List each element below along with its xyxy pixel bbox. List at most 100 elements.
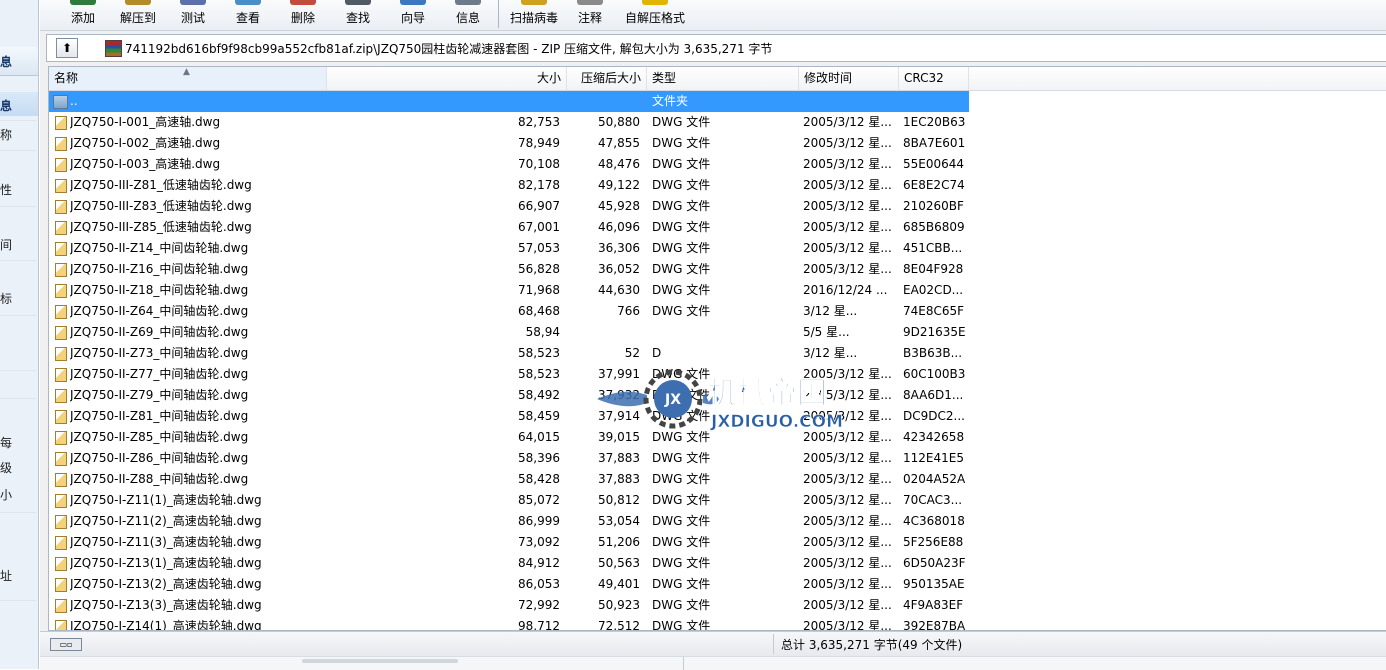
file-row[interactable]: JZQ750-I-001_高速轴.dwg 82,753 50,880 DWG 文件 20…: [49, 112, 969, 133]
file-name: JZQ750-I-Z11(2)_高速齿轮轴.dwg: [70, 514, 262, 528]
column-header-crc32[interactable]: CRC32: [899, 67, 969, 90]
file-row[interactable]: JZQ750-II-Z69_中间轴齿轮.dwg 58,94 5/5 星... 9D21…: [49, 322, 969, 343]
dwg-file-icon: [55, 452, 67, 466]
dwg-file-icon: [55, 347, 67, 361]
file-packed-size: 47,855: [598, 136, 640, 150]
drive-icon[interactable]: ▭▫: [50, 638, 82, 651]
file-crc32: B3B63B...: [903, 346, 963, 360]
file-row[interactable]: JZQ750-II-Z73_中间轴齿轮.dwg 58,523 52 D 3/12 星..…: [49, 343, 969, 364]
file-type: DWG 文件: [652, 304, 711, 318]
test-icon: [180, 0, 206, 5]
column-header-modified[interactable]: 修改时间: [799, 67, 899, 90]
file-type: DWG 文件: [652, 472, 711, 486]
file-modified: 2005/3/12 星...: [803, 367, 892, 381]
file-modified: 2005/3/12 星...: [803, 493, 892, 507]
file-row[interactable]: JZQ750-I-Z11(2)_高速齿轮轴.dwg 86,999 53,054 DWG…: [49, 511, 969, 532]
add-button[interactable]: 添加: [58, 0, 108, 30]
file-row[interactable]: JZQ750-II-Z86_中间轴齿轮.dwg 58,396 37,883 DWG 文…: [49, 448, 969, 469]
file-size: 73,092: [518, 535, 560, 549]
extract-to-button[interactable]: 解压到: [112, 0, 164, 30]
column-header-type[interactable]: 类型: [647, 67, 799, 90]
address-path[interactable]: 741192bd616bf9f98cb99a552cfb81af.zip\JZQ…: [125, 40, 772, 57]
view-icon: [235, 0, 261, 5]
parent-folder-row[interactable]: .. 文件夹: [49, 91, 969, 112]
info-button[interactable]: 信息: [443, 0, 493, 30]
dwg-file-icon: [55, 410, 67, 424]
file-size: 58,459: [518, 409, 560, 423]
file-name: JZQ750-I-002_高速轴.dwg: [70, 136, 221, 150]
file-packed-size: 46,096: [598, 220, 640, 234]
file-packed-size: 37,932: [598, 388, 640, 402]
dwg-file-icon: [55, 242, 67, 256]
file-packed-size: 37,991: [598, 367, 640, 381]
file-size: 58,492: [518, 388, 560, 402]
test-button[interactable]: 测试: [168, 0, 218, 30]
file-row[interactable]: JZQ750-II-Z64_中间轴齿轮.dwg 68,468 766 DWG 文件 3/…: [49, 301, 969, 322]
scan-virus-button[interactable]: 扫描病毒: [504, 0, 564, 30]
file-row[interactable]: JZQ750-II-Z14_中间齿轮轴.dwg 57,053 36,306 DWG 文…: [49, 238, 969, 259]
file-name: JZQ750-I-Z13(1)_高速齿轮轴.dwg: [70, 556, 262, 570]
file-row[interactable]: JZQ750-III-Z85_低速轴齿轮.dwg 67,001 46,096 DWG …: [49, 217, 969, 238]
column-header-size[interactable]: 大小: [327, 67, 567, 90]
bottom-scrollbar[interactable]: [302, 659, 458, 663]
file-type: DWG 文件: [652, 388, 711, 402]
file-row[interactable]: JZQ750-III-Z81_低速轴齿轮.dwg 82,178 49,122 DWG …: [49, 175, 969, 196]
file-size: 67,001: [518, 220, 560, 234]
file-crc32: 8AA6D1...: [903, 388, 964, 402]
dwg-file-icon: [55, 599, 67, 613]
file-type: DWG 文件: [652, 178, 711, 192]
file-row[interactable]: JZQ750-I-Z13(1)_高速齿轮轴.dwg 84,912 50,563 DWG…: [49, 553, 969, 574]
file-row[interactable]: JZQ750-I-Z13(3)_高速齿轮轴.dwg 72,992 50,923 DWG…: [49, 595, 969, 616]
file-size: 86,053: [518, 577, 560, 591]
file-name: JZQ750-II-Z18_中间齿轮轴.dwg: [70, 283, 249, 297]
file-type: DWG 文件: [652, 220, 711, 234]
file-name: JZQ750-I-003_高速轴.dwg: [70, 157, 221, 171]
comment-icon: [577, 0, 603, 5]
column-header-name[interactable]: 名称 ▲: [49, 67, 327, 90]
comment-button[interactable]: 注释: [567, 0, 613, 30]
dwg-file-icon: [55, 263, 67, 277]
file-crc32: DC9DC2...: [903, 409, 965, 423]
dwg-file-icon: [55, 557, 67, 571]
file-row[interactable]: JZQ750-II-Z81_中间轴齿轮.dwg 58,459 37,914 DWG 文…: [49, 406, 969, 427]
file-row[interactable]: JZQ750-I-002_高速轴.dwg 78,949 47,855 DWG 文件 20…: [49, 133, 969, 154]
file-row[interactable]: JZQ750-I-Z11(3)_高速齿轮轴.dwg 73,092 51,206 DWG…: [49, 532, 969, 553]
file-row[interactable]: JZQ750-II-Z16_中间齿轮轴.dwg 56,828 36,052 DWG 文…: [49, 259, 969, 280]
file-row[interactable]: JZQ750-II-Z77_中间轴齿轮.dwg 58,523 37,991 DWG 文…: [49, 364, 969, 385]
dwg-file-icon: [55, 179, 67, 193]
file-row[interactable]: JZQ750-III-Z83_低速轴齿轮.dwg 66,907 45,928 DWG …: [49, 196, 969, 217]
file-row[interactable]: JZQ750-I-Z14(1)_高速齿轮轴.dwg 98,712 72,512 DWG…: [49, 616, 969, 631]
file-row[interactable]: JZQ750-II-Z18_中间齿轮轴.dwg 71,968 44,630 DWG 文…: [49, 280, 969, 301]
file-crc32: 8E04F928: [903, 262, 964, 276]
file-row[interactable]: JZQ750-I-003_高速轴.dwg 70,108 48,476 DWG 文件 20…: [49, 154, 969, 175]
file-type: DWG 文件: [652, 451, 711, 465]
file-name: JZQ750-II-Z64_中间轴齿轮.dwg: [70, 304, 249, 318]
file-row[interactable]: JZQ750-I-Z11(1)_高速齿轮轴.dwg 85,072 50,812 DWG…: [49, 490, 969, 511]
dwg-file-icon: [55, 515, 67, 529]
view-button[interactable]: 查看: [223, 0, 273, 30]
file-crc32: 5F256E88: [903, 535, 964, 549]
file-row[interactable]: JZQ750-II-Z85_中间轴齿轮.dwg 64,015 39,015 DWG 文…: [49, 427, 969, 448]
file-crc32: 950135AE: [903, 577, 965, 591]
file-modified: 2005/3/12 星...: [803, 619, 892, 631]
file-packed-size: 36,306: [598, 241, 640, 255]
toolbar: 添加 解压到 测试 查看 删除 查找 向导 信息 扫描病毒 注释 自解压格式: [40, 0, 1386, 31]
file-size: 70,108: [518, 157, 560, 171]
file-packed-size: 44,630: [598, 283, 640, 297]
file-packed-size: 50,563: [598, 556, 640, 570]
file-row[interactable]: JZQ750-I-Z13(2)_高速齿轮轴.dwg 86,053 49,401 DWG…: [49, 574, 969, 595]
find-button[interactable]: 查找: [333, 0, 383, 30]
wizard-button[interactable]: 向导: [388, 0, 438, 30]
file-name: JZQ750-II-Z77_中间轴齿轮.dwg: [70, 367, 249, 381]
sfx-button[interactable]: 自解压格式: [620, 0, 690, 30]
file-crc32: 685B6809: [903, 220, 965, 234]
delete-button[interactable]: 删除: [278, 0, 328, 30]
file-row[interactable]: JZQ750-II-Z88_中间轴齿轮.dwg 58,428 37,883 DWG 文…: [49, 469, 969, 490]
file-row[interactable]: JZQ750-II-Z79_中间轴齿轮.dwg 58,492 37,932 DWG 文…: [49, 385, 969, 406]
file-crc32: 6D50A23F: [903, 556, 966, 570]
column-header-packed[interactable]: 压缩后大小: [567, 67, 647, 90]
file-name: JZQ750-I-Z13(3)_高速齿轮轴.dwg: [70, 598, 262, 612]
file-modified: 2005/3/12 星...: [803, 262, 892, 276]
dwg-file-icon: [55, 221, 67, 235]
up-folder-button[interactable]: ⬆: [56, 38, 78, 58]
